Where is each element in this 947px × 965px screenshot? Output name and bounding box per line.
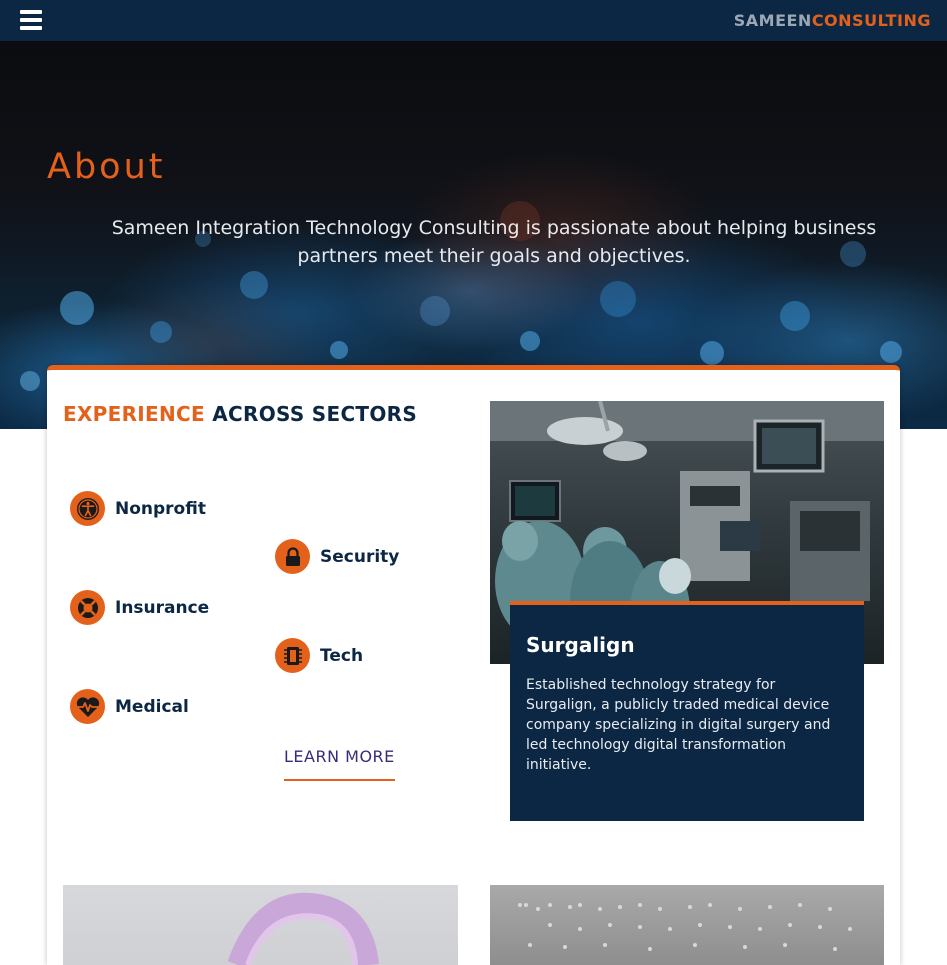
sector-label: Medical xyxy=(115,696,189,717)
sector-label: Insurance xyxy=(115,597,210,618)
sector-item-nonprofit[interactable]: Nonprofit xyxy=(70,491,206,526)
lock-icon xyxy=(275,539,310,574)
project-thumbnail-braille[interactable] xyxy=(490,885,884,965)
heartbeat-icon xyxy=(70,689,105,724)
top-navbar: SAMEENCONSULTING xyxy=(0,0,947,41)
sector-item-insurance[interactable]: Insurance xyxy=(70,590,209,625)
sector-item-medical[interactable]: Medical xyxy=(70,689,189,724)
heading-highlight: EXPERIENCE xyxy=(63,402,205,426)
sector-label: Nonprofit xyxy=(115,498,206,519)
hamburger-menu-icon[interactable] xyxy=(20,10,42,32)
project-thumbnail-headset[interactable] xyxy=(63,885,458,965)
case-study-title: Surgalign xyxy=(526,633,635,657)
experience-card: EXPERIENCE ACROSS SECTORS Nonprofit Secu… xyxy=(47,365,900,965)
brand-name-part1: SAMEEN xyxy=(733,11,812,30)
page-title: About xyxy=(47,147,166,187)
lifebuoy-icon xyxy=(70,590,105,625)
sector-item-security[interactable]: Security xyxy=(275,539,399,574)
sector-item-tech[interactable]: Tech xyxy=(275,638,363,673)
brand-logo[interactable]: SAMEENCONSULTING xyxy=(734,11,931,30)
brand-name-part2: CONSULTING xyxy=(811,11,931,30)
microchip-icon xyxy=(275,638,310,673)
section-heading: EXPERIENCE ACROSS SECTORS xyxy=(63,402,417,426)
hero-description: Sameen Integration Technology Consulting… xyxy=(111,217,877,267)
sector-label: Tech xyxy=(320,645,364,666)
learn-more-link[interactable]: LEARN MORE xyxy=(284,747,395,781)
case-study-overlay: Surgalign Established technology strateg… xyxy=(510,601,864,821)
case-study-description: Established technology strategy for Surg… xyxy=(526,677,831,773)
accessibility-person-icon xyxy=(70,491,105,526)
heading-rest: ACROSS SECTORS xyxy=(212,402,418,426)
sector-label: Security xyxy=(320,546,400,567)
